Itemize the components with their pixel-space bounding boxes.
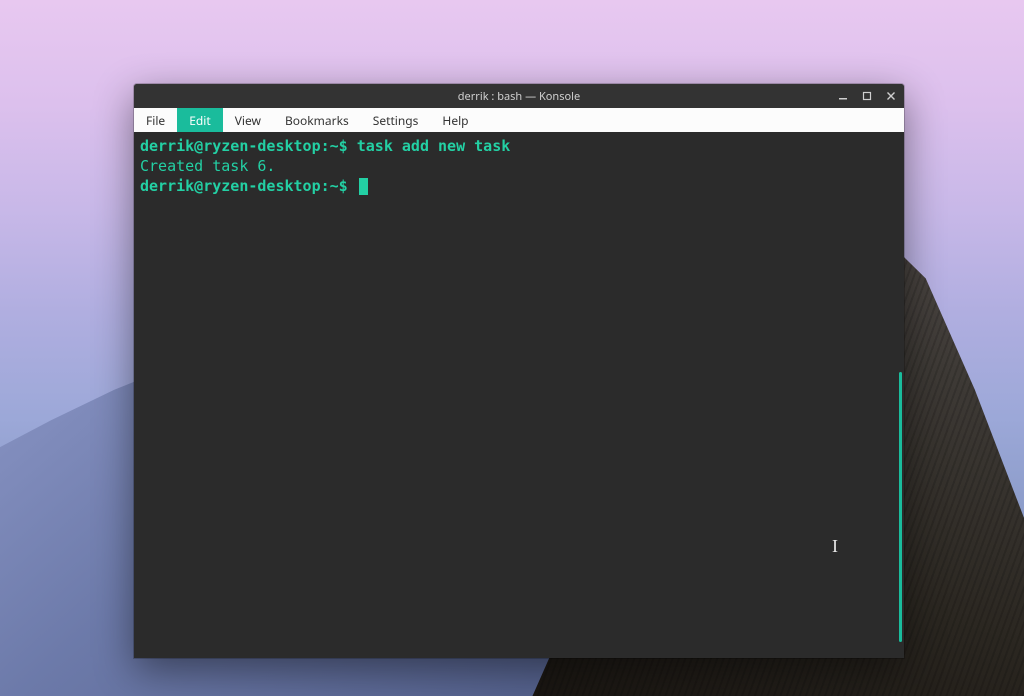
ibeam-cursor-icon: I	[832, 536, 838, 556]
titlebar[interactable]: derrik : bash — Konsole	[134, 84, 904, 108]
konsole-window: derrik : bash — Konsole File Edit View B…	[134, 84, 904, 658]
menu-file[interactable]: File	[134, 108, 177, 132]
menu-edit[interactable]: Edit	[177, 108, 222, 132]
command-text: task add new task	[348, 137, 511, 155]
window-title: derrik : bash — Konsole	[134, 89, 904, 104]
terminal-scrollbar[interactable]	[899, 372, 902, 642]
terminal-output-1: Created task 6.	[140, 156, 898, 176]
close-button[interactable]	[884, 89, 898, 103]
menu-settings[interactable]: Settings	[361, 108, 431, 132]
prompt-path-2: :~$	[321, 177, 348, 195]
prompt-userhost-2: derrik@ryzen-desktop	[140, 177, 321, 195]
menu-bookmarks[interactable]: Bookmarks	[273, 108, 361, 132]
terminal-line-2: derrik@ryzen-desktop:~$	[140, 176, 898, 196]
prompt-userhost: derrik@ryzen-desktop	[140, 137, 321, 155]
terminal-cursor	[359, 178, 368, 195]
window-controls	[836, 84, 898, 108]
menu-view[interactable]: View	[223, 108, 273, 132]
menu-help[interactable]: Help	[430, 108, 480, 132]
prompt-path: :~$	[321, 137, 348, 155]
terminal-area[interactable]: derrik@ryzen-desktop:~$ task add new tas…	[134, 132, 904, 658]
minimize-button[interactable]	[836, 89, 850, 103]
menubar: File Edit View Bookmarks Settings Help	[134, 108, 904, 132]
maximize-button[interactable]	[860, 89, 874, 103]
terminal-line-1: derrik@ryzen-desktop:~$ task add new tas…	[140, 136, 898, 156]
